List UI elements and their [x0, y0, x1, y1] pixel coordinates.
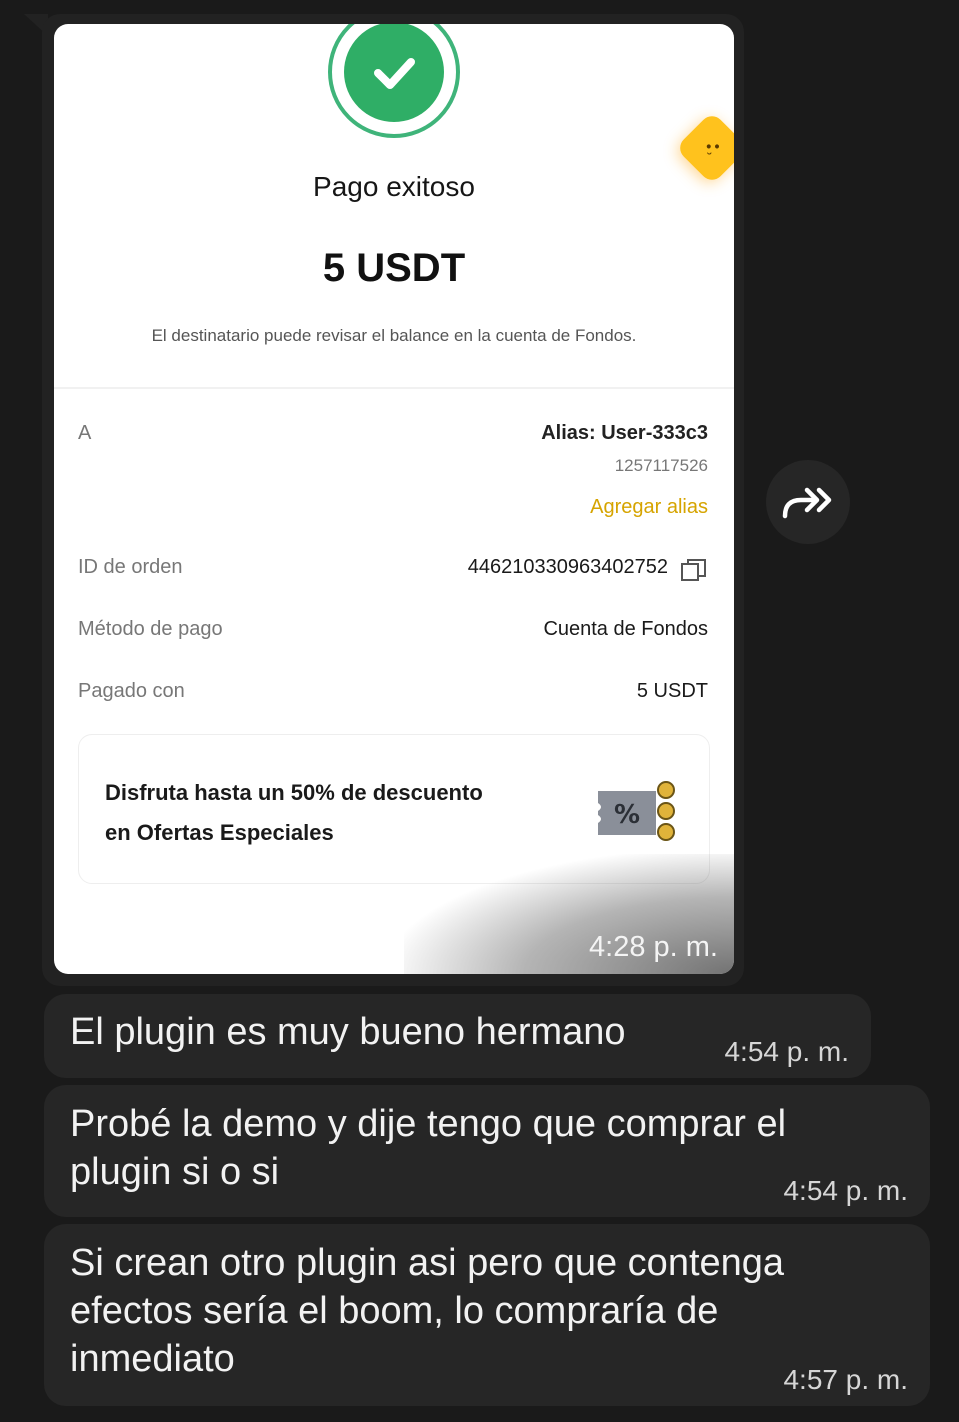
image-message-time: 4:28 p. m.	[589, 931, 718, 963]
promo-line-1: Disfruta hasta un 50% de descuento	[105, 780, 483, 805]
message-line: Si crean otro plugin asi pero que conten…	[70, 1242, 785, 1284]
recipient-label: A	[78, 422, 92, 444]
payment-receipt-image[interactable]: •̮• Pago exitoso 5 USDT El destinatario …	[54, 24, 734, 974]
forward-button[interactable]	[766, 460, 850, 544]
promo-line-2: en Ofertas Especiales	[105, 820, 334, 845]
message-text: Probé la demo y dije tengo que comprar e…	[70, 1100, 786, 1196]
forward-icon	[782, 487, 832, 519]
paid-with-label: Pagado con	[78, 680, 185, 702]
message-text: Si crean otro plugin asi pero que conten…	[70, 1239, 784, 1383]
message-bubble[interactable]: Probé la demo y dije tengo que comprar e…	[44, 1085, 930, 1217]
message-time: 4:54 p. m.	[783, 1175, 908, 1206]
message-bubble[interactable]: El plugin es muy bueno hermano 4:54 p. m…	[44, 994, 871, 1078]
payment-note: El destinatario puede revisar el balance…	[151, 326, 637, 345]
copy-icon[interactable]	[680, 557, 708, 583]
message-text: El plugin es muy bueno hermano	[70, 1011, 626, 1053]
payment-method-value: Cuenta de Fondos	[543, 618, 708, 640]
divider	[54, 387, 734, 389]
message-line: Probé la demo y dije tengo que comprar e…	[70, 1103, 787, 1145]
message-time: 4:57 p. m.	[783, 1364, 908, 1395]
message-time: 4:54 p. m.	[724, 1036, 849, 1067]
order-id-label: ID de orden	[78, 556, 183, 578]
message-line: inmediato	[70, 1338, 235, 1380]
message-bubble[interactable]: Si crean otro plugin asi pero que conten…	[44, 1224, 930, 1406]
promo-text: Disfruta hasta un 50% de descuento en Of…	[105, 773, 483, 853]
payment-amount: 5 USDT	[322, 246, 466, 290]
add-alias-link[interactable]: Agregar alias	[590, 496, 708, 519]
recipient-alias: Alias: User-333c3	[541, 422, 708, 444]
recipient-id: 1257117526	[614, 456, 708, 475]
check-icon	[374, 58, 415, 89]
message-line: efectos sería el boom, lo compraría de	[70, 1290, 719, 1332]
discount-ticket-icon: %	[598, 781, 675, 841]
paid-with-value: 5 USDT	[636, 680, 708, 702]
order-id-value: 446210330963402752	[467, 556, 668, 578]
svg-text:%: %	[614, 800, 640, 830]
message-line: plugin si o si	[70, 1151, 280, 1193]
payment-method-label: Método de pago	[78, 618, 223, 640]
success-badge	[328, 24, 460, 138]
payment-status-title: Pago exitoso	[313, 171, 475, 202]
